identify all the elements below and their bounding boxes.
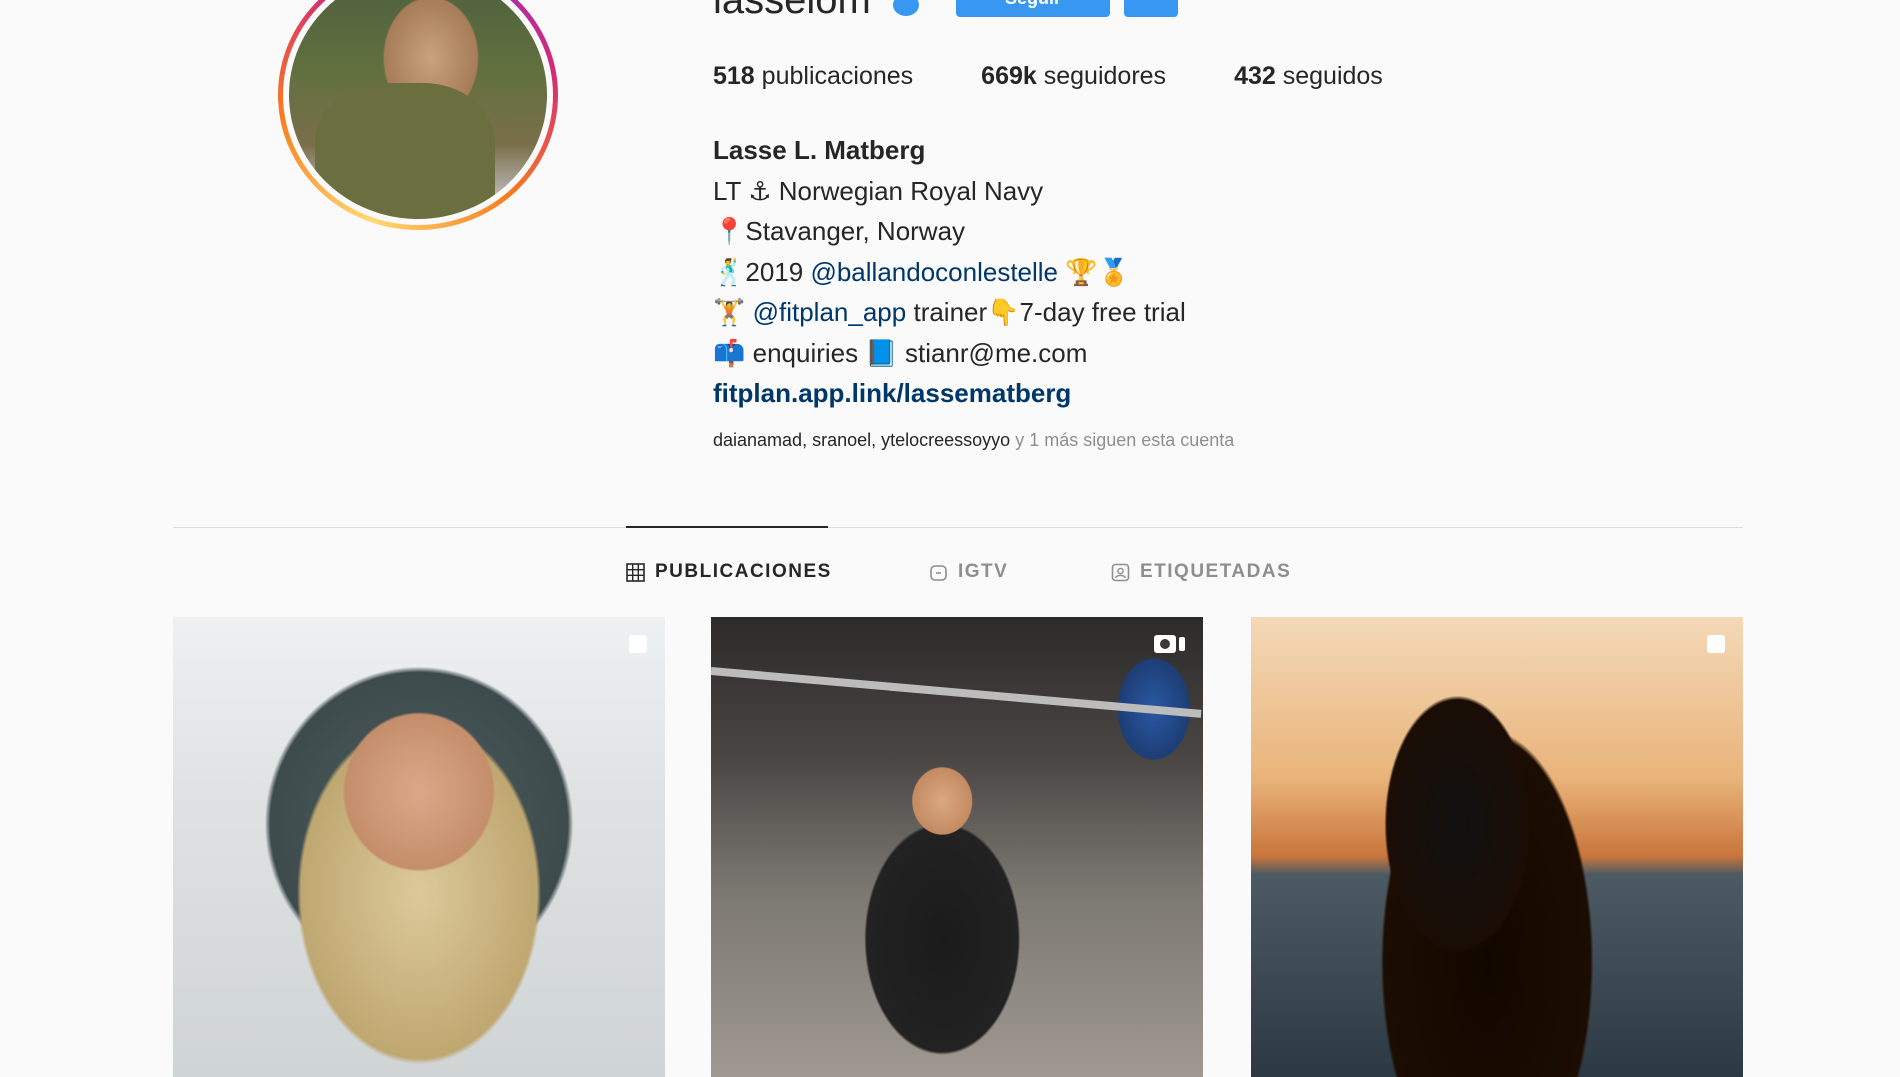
bio-trial: 7-day free trial	[1019, 297, 1186, 327]
bio-line-3: 🕺2019 @ballandoconlestelle 🏆🏅	[713, 252, 1186, 293]
following-stat[interactable]: 432 seguidos	[1234, 62, 1383, 91]
tab-publicaciones[interactable]: PUBLICACIONES	[626, 561, 832, 583]
profile-full-name: Lasse L. Matberg	[713, 135, 926, 165]
multi-image-icon	[1707, 635, 1725, 653]
bio-navy: Norwegian Royal Navy	[778, 175, 1044, 206]
followed-by-users: daianamad, sranoel, ytelocreessoyyo	[713, 430, 1011, 450]
mail-icon: 📘	[865, 337, 898, 368]
tab-igtv[interactable]: IGTV	[929, 561, 1008, 583]
following-count: 432	[1234, 62, 1276, 90]
posts-stat: 518 publicaciones	[713, 62, 913, 91]
bio-location: Stavanger, Norway	[745, 216, 966, 246]
following-label: seguidos	[1282, 62, 1383, 90]
bio-rank: LT	[713, 175, 741, 206]
active-tab-indicator	[626, 526, 828, 528]
bio-line-1: LT ⚓ Norwegian Royal Navy	[713, 171, 1186, 212]
verified-badge-icon	[893, 0, 919, 16]
followers-count: 669k	[981, 62, 1037, 90]
bio-line-2: 📍Stavanger, Norway	[713, 211, 1186, 252]
followers-label: seguidores	[1043, 62, 1167, 90]
post-thumbnail[interactable]	[1251, 617, 1743, 1077]
suggested-dropdown-button[interactable]	[1124, 0, 1178, 17]
followed-by-suffix: y 1 más siguen esta cuenta	[1015, 430, 1235, 450]
avatar	[289, 0, 547, 219]
anchor-icon: ⚓	[748, 175, 772, 206]
video-icon	[1154, 635, 1185, 653]
profile-stats: 518 publicaciones 669k seguidores 432 se…	[713, 62, 1451, 91]
profile-bio: Lasse L. Matberg LT ⚓ Norwegian Royal Na…	[713, 130, 1186, 414]
followers-stat[interactable]: 669k seguidores	[981, 62, 1166, 91]
bio-external-link[interactable]: fitplan.app.link/lassematberg	[713, 373, 1186, 414]
tagged-icon	[1111, 563, 1130, 581]
follow-button[interactable]: Seguir	[956, 0, 1110, 17]
posts-label: publicaciones	[761, 62, 914, 90]
mailbox-icon: 📫	[713, 337, 746, 368]
grid-icon	[626, 562, 645, 582]
barbell	[711, 667, 1202, 718]
followed-by[interactable]: daianamad, sranoel, ytelocreessoyyo y 1 …	[713, 430, 1234, 451]
bio-year: 2019	[745, 256, 804, 287]
post-thumbnail[interactable]	[173, 617, 665, 1077]
weightlifter-icon: 🏋	[713, 297, 746, 327]
tab-igtv-label: IGTV	[958, 561, 1009, 582]
tab-publicaciones-label: PUBLICACIONES	[655, 561, 832, 582]
dancer-icon: 🕺	[713, 256, 746, 287]
tabs-divider	[173, 527, 1743, 528]
bio-email: stianr@me.com	[904, 337, 1088, 368]
bio-line-5: 📫 enquiries 📘 stianr@me.com	[713, 333, 1186, 374]
profile-avatar-ring[interactable]	[278, 0, 558, 230]
posts-count: 518	[713, 62, 755, 90]
avatar-inner	[283, 0, 553, 225]
bio-line-4: 🏋 @fitplan_app trainer👇7-day free trial	[713, 292, 1186, 333]
multi-image-icon	[629, 635, 647, 653]
tab-etiquetadas-label: ETIQUETADAS	[1140, 561, 1292, 582]
profile-username: lasselom	[713, 0, 871, 22]
mention-link[interactable]: @ballandoconlestelle	[810, 257, 1058, 287]
trophy-icon: 🏆	[1065, 256, 1098, 287]
point-down-icon: 👇	[987, 297, 1020, 327]
bio-enquiries: enquiries	[752, 337, 859, 368]
bio-trainer: trainer	[913, 297, 988, 327]
medal-icon: 🏅	[1097, 256, 1130, 287]
tab-etiquetadas[interactable]: ETIQUETADAS	[1111, 561, 1291, 583]
fitplan-mention-link[interactable]: @fitplan_app	[753, 297, 907, 327]
pin-icon: 📍	[713, 216, 746, 246]
post-thumbnail[interactable]	[711, 617, 1203, 1077]
igtv-icon	[930, 564, 947, 581]
